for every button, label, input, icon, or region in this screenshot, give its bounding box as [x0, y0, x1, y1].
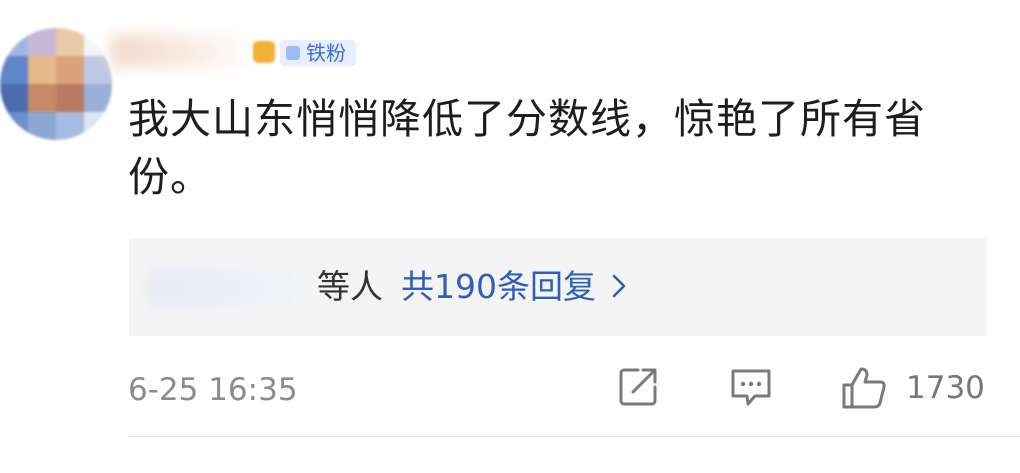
reply-summary[interactable]: 等人 共190条回复: [129, 238, 987, 336]
comment-text: 我大山东悄悄降低了分数线，惊艳了所有省份。: [128, 95, 926, 201]
divider: [128, 436, 1020, 437]
avatar[interactable]: [0, 28, 112, 140]
reply-names-redacted: [147, 268, 317, 308]
comment-icon: [731, 369, 771, 406]
level-badge-icon: [253, 41, 275, 63]
share-icon: [619, 368, 657, 406]
reply-names-suffix: 等人: [317, 267, 383, 306]
reply-button[interactable]: [728, 365, 774, 409]
like-button[interactable]: 1730: [840, 365, 985, 411]
fan-badge: 铁粉: [280, 40, 356, 66]
reply-count-link[interactable]: 共190条回复: [401, 267, 596, 306]
username-redacted[interactable]: [110, 34, 260, 68]
comment-footer: 6-25 16:35 1730: [128, 365, 988, 415]
thumbs-up-icon: [842, 367, 886, 409]
reply-summary-line: 等人 共190条回复: [317, 262, 626, 312]
timestamp: 6-25 16:35: [128, 372, 298, 408]
like-count: 1730: [906, 370, 985, 406]
share-button[interactable]: [616, 365, 660, 409]
user-row: 铁粉: [110, 30, 370, 74]
chevron-right-icon: [612, 274, 626, 297]
